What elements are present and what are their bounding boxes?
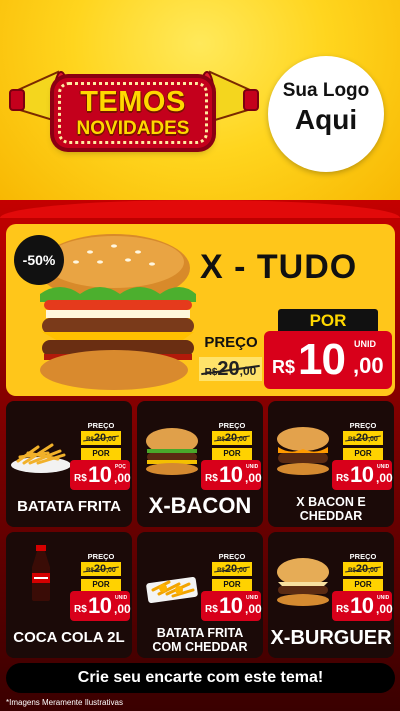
por-label: POR bbox=[212, 448, 252, 460]
logo-line1: Sua Logo bbox=[282, 80, 370, 101]
featured-product-name: X - TUDO bbox=[200, 248, 358, 286]
product-card[interactable]: PREÇO R$20,00 POR R$ 10 UNID ,00 COCA COLA … bbox=[6, 532, 132, 658]
featured-old-price: R$20,00 bbox=[199, 357, 262, 381]
old-price: R$20,00 bbox=[212, 431, 252, 445]
product-name: X-BACON bbox=[148, 493, 252, 518]
por-label: POR bbox=[212, 579, 252, 591]
fries-icon bbox=[11, 443, 71, 473]
old-price: R$20,00 bbox=[81, 431, 121, 445]
header: TEMOS NOVIDADES Sua Logo Aqui bbox=[0, 0, 400, 218]
old-price: R$20,00 bbox=[212, 562, 252, 576]
soda-bottle-icon bbox=[32, 545, 50, 601]
old-price-label: PREÇO bbox=[349, 421, 377, 430]
price-tag: R$ 10 UNID ,00 bbox=[201, 591, 262, 621]
cheddar-burger-icon bbox=[277, 427, 329, 475]
old-price-label: PREÇO bbox=[87, 552, 115, 561]
discount-badge: -50% bbox=[14, 235, 64, 285]
banner-subtitle: NOVIDADES bbox=[76, 118, 190, 139]
price-tag: R$ 10 UNID ,00 bbox=[332, 460, 393, 490]
product-card[interactable]: PREÇO R$20,00 POR R$ 10 UNID ,00 X-BURGUER bbox=[268, 532, 394, 658]
featured-price: R$ 10 UNID ,00 bbox=[264, 331, 392, 389]
price-tag: R$ 10 POÇ ,00 bbox=[70, 460, 131, 490]
old-price-label: PREÇO bbox=[218, 421, 246, 430]
cta-button[interactable]: Crie seu encarte com este tema! bbox=[6, 663, 395, 693]
logo-placeholder: Sua Logo Aqui bbox=[268, 56, 384, 172]
cheeseburger-icon bbox=[277, 558, 329, 606]
banner-title: TEMOS bbox=[80, 86, 186, 118]
old-price-label: PREÇO bbox=[218, 552, 246, 561]
product-card[interactable]: PREÇO R$20,00 POR R$ 10 UNID ,00 X BACON E … bbox=[268, 401, 394, 527]
burger-icon bbox=[146, 428, 198, 475]
old-price-label: PREÇO bbox=[349, 552, 377, 561]
price-tag: R$ 10 UNID ,00 bbox=[332, 591, 393, 621]
product-name: BATATA FRITA COM CHEDDAR bbox=[152, 626, 248, 654]
old-price: R$20,00 bbox=[81, 562, 121, 576]
old-price: R$20,00 bbox=[343, 562, 383, 576]
por-label: POR bbox=[81, 579, 121, 591]
price-tag: R$ 10 UNID ,00 bbox=[201, 460, 262, 490]
product-name: COCA COLA 2L bbox=[13, 629, 125, 646]
featured-por-label: POR bbox=[278, 309, 378, 333]
product-card[interactable]: PREÇO R$20,00 POR R$ 10 POÇ ,00 BATATA FRIT… bbox=[6, 401, 132, 527]
product-card[interactable]: PREÇO R$20,00 POR R$ 10 UNID ,00 X-BACON bbox=[137, 401, 263, 527]
old-price: R$20,00 bbox=[343, 431, 383, 445]
logo-line2: Aqui bbox=[294, 104, 358, 135]
price-tag: R$ 10 UNID ,00 bbox=[70, 591, 131, 621]
disclaimer: *Imagens Meramente Ilustrativas bbox=[6, 698, 123, 707]
product-name: X BACON E CHEDDAR bbox=[296, 495, 366, 523]
news-banner: TEMOS NOVIDADES bbox=[54, 78, 212, 148]
featured-old-price-label: PREÇO bbox=[204, 334, 258, 351]
product-name: X-BURGUER bbox=[270, 627, 392, 649]
old-price-label: PREÇO bbox=[87, 421, 115, 430]
por-label: POR bbox=[81, 448, 121, 460]
por-label: POR bbox=[343, 579, 383, 591]
cheddar-fries-icon bbox=[146, 577, 198, 603]
por-label: POR bbox=[343, 448, 383, 460]
product-name: BATATA FRITA bbox=[17, 498, 121, 515]
product-card[interactable]: PREÇO R$20,00 POR R$ 10 UNID ,00 BATATA FRI… bbox=[137, 532, 263, 658]
